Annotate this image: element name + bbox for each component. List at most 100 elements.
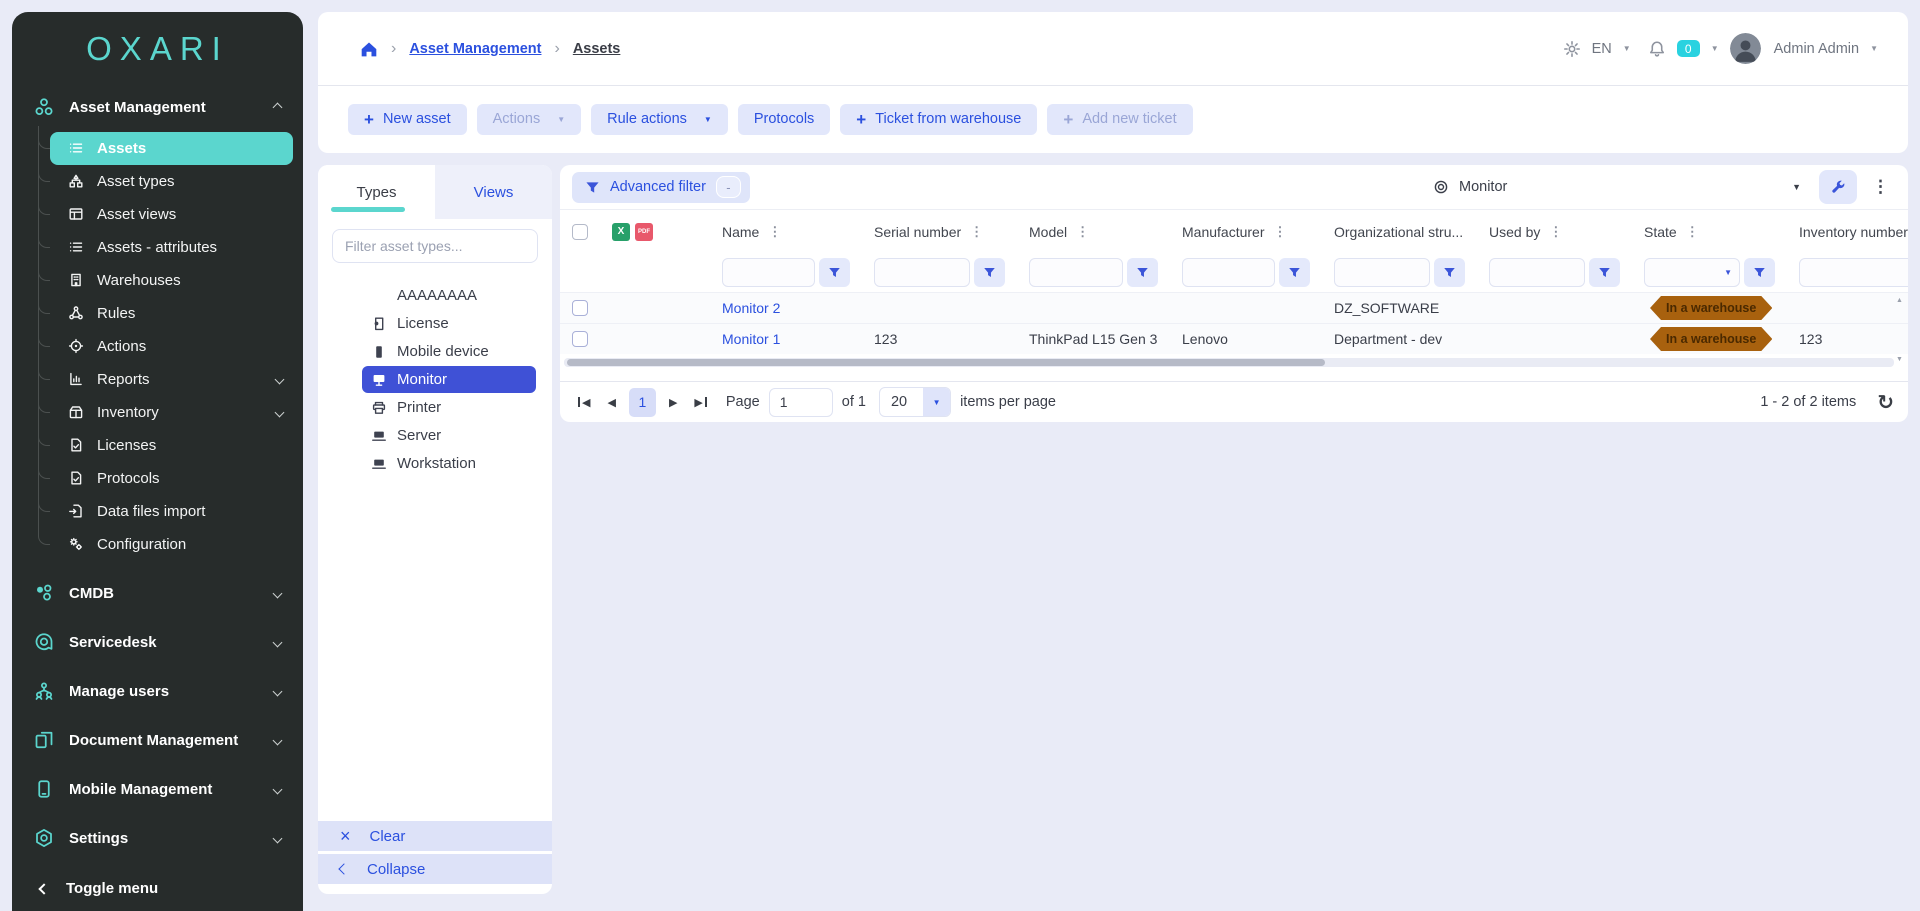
- sidebar-section-settings[interactable]: Settings: [12, 814, 303, 863]
- sidebar-item-warehouses[interactable]: Warehouses: [50, 264, 293, 297]
- asset-link[interactable]: Monitor 2: [722, 300, 780, 316]
- excel-export-icon[interactable]: X: [612, 223, 630, 241]
- breadcrumb-assets[interactable]: Assets: [573, 41, 621, 57]
- sidebar-section-mobile-management[interactable]: Mobile Management: [12, 765, 303, 814]
- sidebar-section-cmdb[interactable]: CMDB: [12, 569, 303, 618]
- previous-page-button[interactable]: ◀: [603, 396, 619, 409]
- tree-item-server[interactable]: Server: [362, 422, 536, 449]
- sidebar-item-rules[interactable]: Rules: [50, 297, 293, 330]
- avatar[interactable]: [1730, 33, 1761, 64]
- caret-down-icon[interactable]: ▼: [1870, 44, 1878, 53]
- breadcrumb-asset-management[interactable]: Asset Management: [409, 41, 541, 57]
- sidebar-section-manage-users[interactable]: Manage users: [12, 667, 303, 716]
- serial-number-filter-button[interactable]: [974, 258, 1005, 287]
- bell-icon[interactable]: [1648, 40, 1666, 58]
- column-header-inventory-number[interactable]: Inventory number: [1787, 224, 1908, 240]
- table-row[interactable]: Monitor 1 123 ThinkPad L15 Gen 3 Lenovo …: [560, 323, 1908, 354]
- scroll-up-icon[interactable]: ▲: [1896, 297, 1903, 304]
- inventory-number-filter-input[interactable]: [1799, 258, 1908, 287]
- tree-item-monitor[interactable]: Monitor: [362, 366, 536, 393]
- user-name[interactable]: Admin Admin: [1774, 41, 1859, 57]
- refresh-icon[interactable]: ↻: [1877, 390, 1894, 414]
- table-row[interactable]: Monitor 2 DZ_SOFTWARE In a warehouse: [560, 292, 1908, 323]
- pdf-export-icon[interactable]: PDF: [635, 223, 653, 241]
- select-all-checkbox[interactable]: [572, 224, 588, 240]
- manufacturer-filter-button[interactable]: [1279, 258, 1310, 287]
- tree-item-aaaaaaaa[interactable]: AAAAAAAA: [362, 282, 536, 309]
- sidebar-section-asset-management[interactable]: Asset Management: [12, 85, 303, 129]
- scroll-down-icon[interactable]: ▼: [1896, 356, 1903, 363]
- column-header-model[interactable]: Model⋮: [1017, 224, 1170, 240]
- sidebar-item-configuration[interactable]: Configuration: [50, 528, 293, 561]
- sidebar-item-inventory[interactable]: Inventory: [50, 396, 293, 429]
- asset-link[interactable]: Monitor 1: [722, 331, 780, 347]
- horizontal-scrollbar-thumb[interactable]: [567, 359, 1325, 366]
- last-page-button[interactable]: ▶: [690, 396, 710, 409]
- next-page-button[interactable]: ▶: [665, 396, 681, 409]
- sidebar-item-assets[interactable]: Assets: [50, 132, 293, 165]
- column-header-manufacturer[interactable]: Manufacturer⋮: [1170, 224, 1322, 240]
- column-menu-icon[interactable]: ⋮: [970, 224, 983, 240]
- rule-actions-button[interactable]: Rule actions ▼: [591, 104, 728, 135]
- column-header-state[interactable]: State⋮: [1632, 224, 1787, 240]
- name-filter-button[interactable]: [819, 258, 850, 287]
- grid-menu-button[interactable]: ⋮: [1865, 177, 1896, 197]
- first-page-button[interactable]: ◀: [574, 396, 594, 409]
- notification-badge[interactable]: 0: [1677, 40, 1700, 57]
- model-filter-button[interactable]: [1127, 258, 1158, 287]
- model-filter-input[interactable]: [1029, 258, 1123, 287]
- collapse-button[interactable]: Collapse: [318, 854, 552, 884]
- sidebar-item-data-files-import[interactable]: Data files import: [50, 495, 293, 528]
- state-filter-button[interactable]: [1744, 258, 1775, 287]
- vertical-scrollbar[interactable]: ▲ ▼: [1894, 297, 1905, 363]
- actions-button[interactable]: Actions ▼: [477, 104, 581, 135]
- sidebar-item-asset-views[interactable]: Asset views: [50, 198, 293, 231]
- tab-types[interactable]: Types: [318, 165, 435, 219]
- gear-icon[interactable]: [1563, 40, 1581, 58]
- manufacturer-filter-input[interactable]: [1182, 258, 1275, 287]
- used-by-filter-button[interactable]: [1589, 258, 1620, 287]
- sidebar-item-protocols[interactable]: Protocols: [50, 462, 293, 495]
- column-header-used-by[interactable]: Used by⋮: [1477, 224, 1632, 240]
- current-page-button[interactable]: 1: [629, 388, 656, 417]
- grid-settings-button[interactable]: [1819, 170, 1857, 204]
- column-menu-icon[interactable]: ⋮: [1273, 224, 1286, 240]
- protocols-button[interactable]: Protocols: [738, 104, 830, 135]
- sidebar-item-reports[interactable]: Reports: [50, 363, 293, 396]
- caret-down-icon[interactable]: ▼: [1711, 44, 1719, 53]
- sidebar-section-servicedesk[interactable]: Servicedesk: [12, 618, 303, 667]
- sidebar-section-document-management[interactable]: Document Management: [12, 716, 303, 765]
- page-number-input[interactable]: [769, 388, 833, 417]
- add-new-ticket-button[interactable]: + Add new ticket: [1047, 104, 1192, 135]
- language-selector[interactable]: EN: [1592, 41, 1612, 57]
- row-checkbox[interactable]: [572, 331, 588, 347]
- home-icon[interactable]: [360, 40, 378, 58]
- tree-item-printer[interactable]: Printer: [362, 394, 536, 421]
- caret-down-icon[interactable]: ▼: [1623, 44, 1631, 53]
- used-by-filter-input[interactable]: [1489, 258, 1585, 287]
- column-header-serial-number[interactable]: Serial number⋮: [862, 224, 1017, 240]
- column-menu-icon[interactable]: ⋮: [1686, 224, 1699, 240]
- tab-views[interactable]: Views: [435, 165, 552, 219]
- sidebar-item-assets-attributes[interactable]: Assets - attributes: [50, 231, 293, 264]
- toggle-menu-button[interactable]: Toggle menu: [12, 867, 303, 911]
- sidebar-item-actions[interactable]: Actions: [50, 330, 293, 363]
- clear-button[interactable]: × Clear: [318, 821, 552, 851]
- column-header-name[interactable]: Name⋮: [710, 224, 862, 240]
- page-size-select[interactable]: 20 ▼: [879, 387, 951, 417]
- column-header-organizational-structure[interactable]: Organizational stru...⋮: [1322, 224, 1477, 240]
- sidebar-item-asset-types[interactable]: Asset types: [50, 165, 293, 198]
- horizontal-scrollbar[interactable]: [564, 358, 1894, 367]
- column-menu-icon[interactable]: ⋮: [768, 224, 781, 240]
- new-asset-button[interactable]: + New asset: [348, 104, 467, 135]
- tree-item-workstation[interactable]: Workstation: [362, 450, 536, 477]
- tree-item-license[interactable]: License: [362, 310, 536, 337]
- view-selector[interactable]: Monitor ▼: [1433, 179, 1801, 195]
- serial-number-filter-input[interactable]: [874, 258, 970, 287]
- tree-item-mobile-device[interactable]: Mobile device: [362, 338, 536, 365]
- column-menu-icon[interactable]: ⋮: [1549, 224, 1562, 240]
- organizational-structure-filter-input[interactable]: [1334, 258, 1430, 287]
- organizational-structure-filter-button[interactable]: [1434, 258, 1465, 287]
- ticket-from-warehouse-button[interactable]: + Ticket from warehouse: [840, 104, 1037, 135]
- name-filter-input[interactable]: [722, 258, 815, 287]
